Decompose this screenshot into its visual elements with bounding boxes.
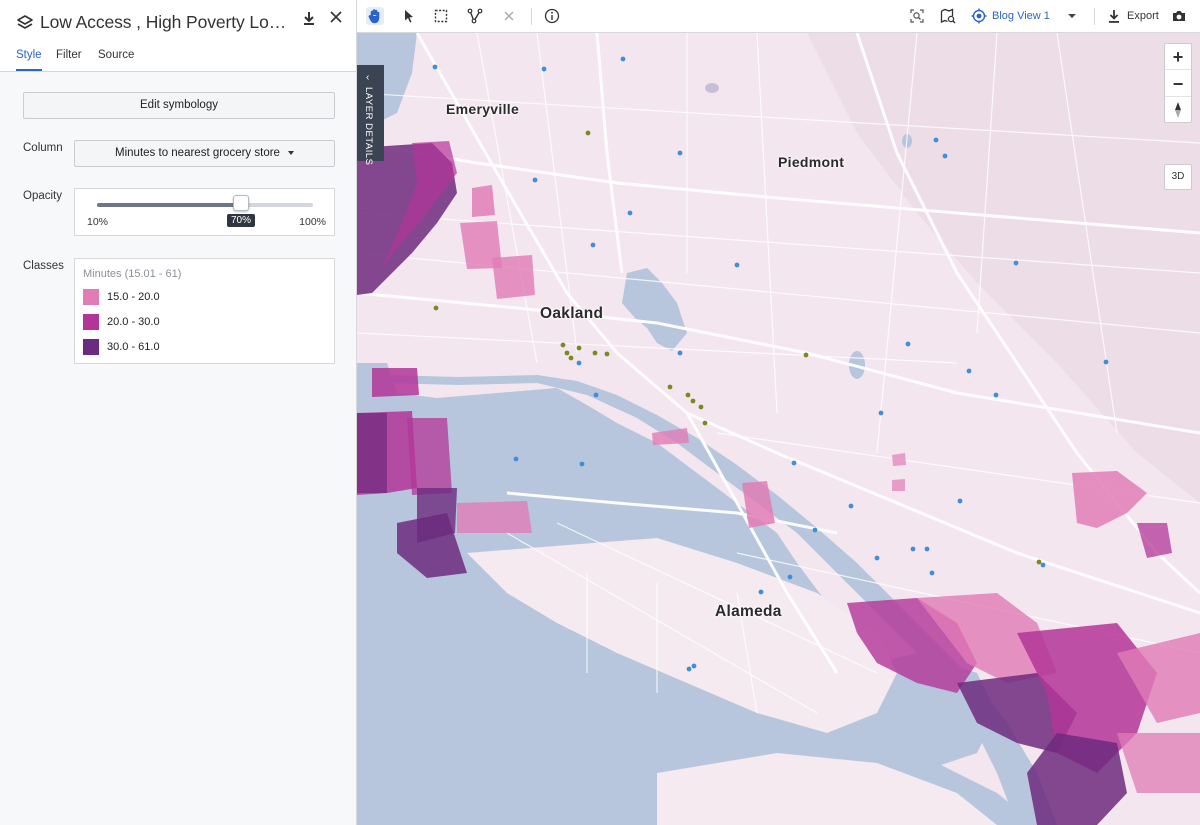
toolbar-divider <box>531 8 532 25</box>
compass-reset-button[interactable] <box>1165 97 1191 123</box>
city-label-oakland: Oakland <box>540 305 604 322</box>
caret-down-icon <box>287 150 294 155</box>
panel-tabs: Style Filter Source <box>0 46 356 72</box>
class-label: 15.0 - 20.0 <box>107 291 160 303</box>
map-search-icon[interactable] <box>940 8 956 24</box>
panel-title: Low Access , High Poverty Locati... <box>40 12 292 32</box>
tab-filter[interactable]: Filter <box>56 49 82 71</box>
class-label: 20.0 - 30.0 <box>107 316 160 328</box>
pan-hand-icon[interactable] <box>366 7 384 25</box>
map-toolbar: Blog View 1 Export <box>357 0 1200 33</box>
layer-details-label: LAYER DETAILS <box>363 87 374 166</box>
city-label-emeryville: Emeryville <box>446 101 520 117</box>
zoom-control: + − <box>1164 43 1192 123</box>
box-select-icon[interactable] <box>433 8 449 24</box>
layers-icon <box>17 15 33 29</box>
layer-details-toggle[interactable]: ‹ LAYER DETAILS <box>357 65 384 165</box>
opacity-slider-fill <box>97 203 241 207</box>
export-icon[interactable] <box>1106 8 1122 24</box>
opacity-label: Opacity <box>23 190 62 202</box>
location-target-icon[interactable] <box>971 8 987 24</box>
classes-label: Classes <box>23 260 64 272</box>
class-swatch[interactable] <box>83 289 99 305</box>
map-view-selector[interactable]: Blog View 1 <box>992 10 1050 22</box>
city-label-piedmont: Piedmont <box>778 154 845 170</box>
chevron-left-icon: ‹ <box>366 72 370 83</box>
zoom-out-button[interactable]: − <box>1165 71 1191 97</box>
zoom-to-extent-icon[interactable] <box>909 8 925 24</box>
info-icon[interactable] <box>544 8 560 24</box>
column-label: Column <box>23 142 63 154</box>
compass-icon <box>1175 102 1181 118</box>
layer-panel: Low Access , High Poverty Locati... Styl… <box>0 0 357 825</box>
class-label: 30.0 - 61.0 <box>107 341 160 353</box>
export-button[interactable]: Export <box>1127 10 1159 22</box>
zoom-in-button[interactable]: + <box>1165 44 1191 70</box>
toolbar-divider <box>1094 8 1095 25</box>
classes-legend: Minutes (15.01 - 61) 15.0 - 20.0 20.0 - … <box>74 258 335 364</box>
map-canvas[interactable]: Emeryville Piedmont Oakland Alameda ‹ LA… <box>357 33 1200 825</box>
opacity-max-label: 100% <box>299 216 326 228</box>
class-swatch[interactable] <box>83 339 99 355</box>
select-arrow-icon[interactable] <box>401 8 417 24</box>
classes-title: Minutes (15.01 - 61) <box>83 268 182 280</box>
toggle-3d-button[interactable]: 3D <box>1164 164 1192 190</box>
clear-selection-icon[interactable] <box>501 8 517 24</box>
opacity-slider-handle[interactable] <box>233 195 249 211</box>
opacity-slider-box: 70% 10% 100% <box>74 188 335 236</box>
view-dropdown-caret-icon[interactable] <box>1068 14 1076 18</box>
city-label-alameda: Alameda <box>715 603 782 620</box>
opacity-value-tooltip: 70% <box>227 214 256 227</box>
column-select-value: Minutes to nearest grocery store <box>115 147 280 159</box>
edit-symbology-button[interactable]: Edit symbology <box>23 92 335 119</box>
opacity-slider-track[interactable] <box>97 203 313 207</box>
column-select[interactable]: Minutes to nearest grocery store <box>74 140 335 167</box>
tab-source[interactable]: Source <box>98 49 134 71</box>
panel-header: Low Access , High Poverty Locati... <box>0 0 356 46</box>
draw-path-icon[interactable] <box>467 8 483 24</box>
close-icon[interactable] <box>329 10 343 24</box>
camera-icon[interactable] <box>1171 8 1187 24</box>
opacity-min-label: 10% <box>87 216 109 228</box>
download-icon[interactable] <box>301 10 317 26</box>
basemap <box>357 33 1200 825</box>
class-swatch[interactable] <box>83 314 99 330</box>
tab-style[interactable]: Style <box>16 49 42 71</box>
